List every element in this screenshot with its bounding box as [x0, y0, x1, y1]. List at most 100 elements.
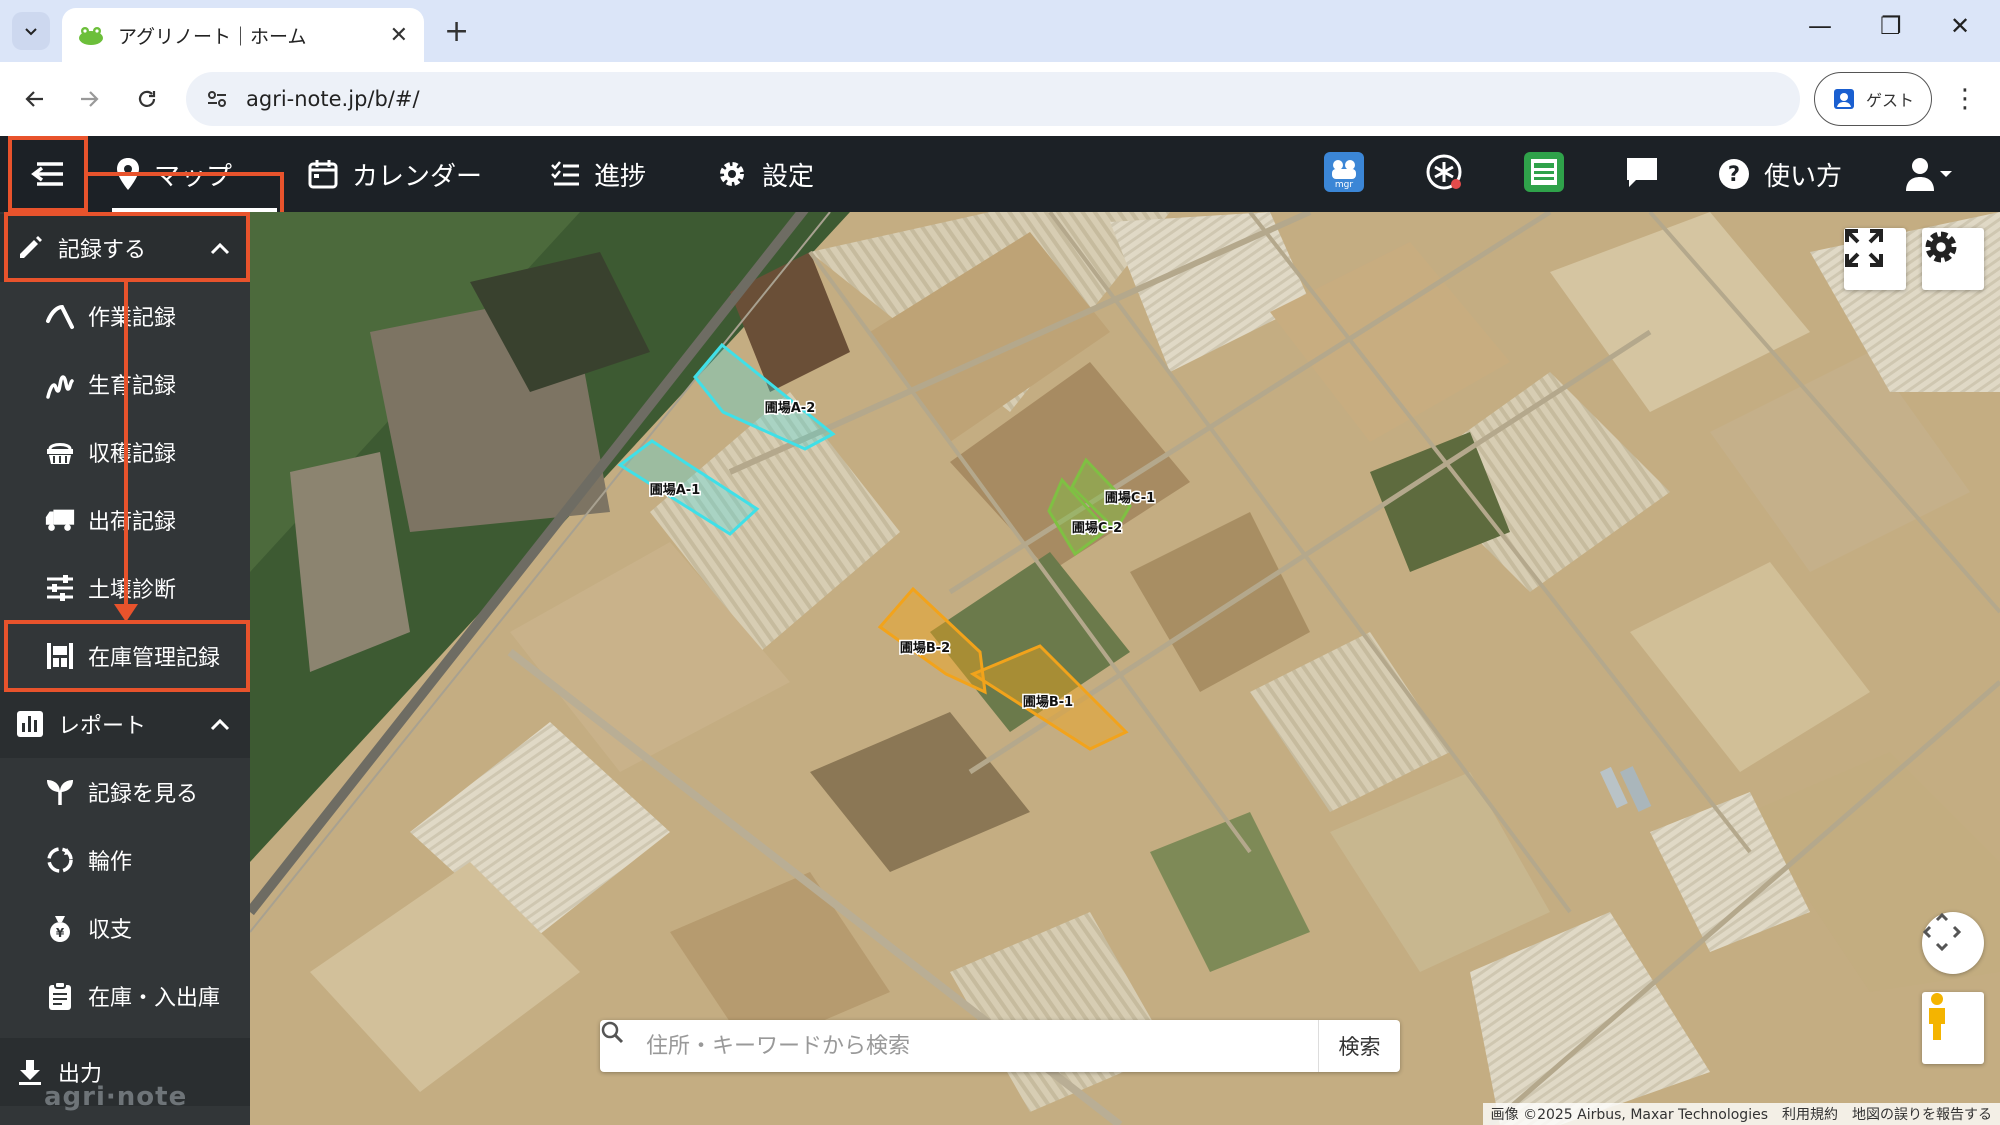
url-text: agri-note.jp/b/#/ — [246, 87, 420, 111]
truck-icon — [45, 509, 75, 531]
sidebar-item-label: 在庫管理記録 — [88, 646, 221, 671]
clipboard-icon — [49, 981, 71, 1010]
sidebar-section-report[interactable]: レポート — [0, 690, 250, 758]
map-search-input[interactable] — [600, 1020, 1318, 1072]
nav-progress[interactable]: 進捗 — [550, 136, 646, 212]
seedling-icon — [47, 780, 73, 805]
window-close-icon[interactable]: ✕ — [1950, 12, 1970, 40]
chevron-up-icon — [210, 242, 230, 255]
money-bag-icon: ¥ — [50, 916, 70, 942]
annotation-line — [124, 282, 128, 612]
annotation-arrowhead — [114, 604, 138, 622]
sidebar-item-income-expense[interactable]: ¥ 収支 — [0, 894, 250, 962]
sidebar-item-view-records[interactable]: 記録を見る — [0, 758, 250, 826]
profile-button[interactable]: ゲスト — [1814, 72, 1932, 126]
sidebar-item-label: 輪作 — [88, 850, 133, 875]
chat-icon[interactable] — [1622, 152, 1662, 192]
hoe-icon — [46, 304, 74, 329]
reload-icon[interactable] — [130, 82, 164, 116]
profile-label: ゲスト — [1865, 91, 1914, 110]
sidebar-item-label: 土壌診断 — [88, 578, 177, 603]
mgr-app-icon[interactable]: mgr — [1324, 152, 1364, 192]
chevron-down-icon — [25, 28, 37, 36]
sidebar-item-crop-rotation[interactable]: 輪作 — [0, 826, 250, 894]
forward-icon[interactable] — [72, 82, 106, 116]
chevron-up-icon — [210, 718, 230, 731]
frog-favicon-icon — [79, 27, 103, 45]
green-book-icon[interactable] — [1524, 152, 1564, 192]
minimize-icon[interactable]: — — [1808, 12, 1832, 40]
report-error-link[interactable]: 地図の誤りを報告する — [1852, 1104, 1992, 1124]
rotation-icon — [47, 847, 73, 873]
user-menu[interactable] — [1906, 136, 1954, 212]
restore-icon[interactable]: ❐ — [1880, 12, 1902, 40]
agri-note-logo: agri·note — [44, 1082, 188, 1112]
map-imagery: 圃場A-2 圃場A-1 圃場C-1 圃場C-2 圃場B-2 圃場B-1 — [250, 212, 2000, 1125]
gear-icon — [1925, 231, 1957, 263]
sidebar-item-inventory-record[interactable]: 在庫管理記録 — [0, 622, 250, 690]
asterisk-notice-icon[interactable] — [1424, 152, 1464, 192]
sidebar-item-label: 記録を見る — [88, 782, 199, 807]
svg-text:mgr: mgr — [1335, 180, 1353, 189]
nav-calendar[interactable]: カレンダー — [308, 136, 482, 212]
bar-chart-icon — [17, 711, 43, 737]
help-icon: ? — [1719, 159, 1749, 189]
browser-tab[interactable]: アグリノート｜ホーム ✕ — [62, 8, 424, 62]
svg-text:¥: ¥ — [56, 926, 65, 940]
svg-text:?: ? — [1728, 162, 1740, 186]
back-icon[interactable] — [18, 82, 52, 116]
fullscreen-icon — [1845, 229, 1883, 267]
satellite-map[interactable]: 圃場A-2 圃場A-1 圃場C-1 圃場C-2 圃場B-2 圃場B-1 住所・キ… — [250, 212, 2000, 1125]
sidebar-item-stock-inout[interactable]: 在庫・入出庫 — [0, 962, 250, 1030]
new-tab-icon[interactable]: + — [444, 14, 469, 49]
field-label: 圃場B-1 — [1023, 694, 1073, 710]
field-label: 圃場C-1 — [1105, 490, 1155, 506]
sidebar-item-label: 在庫・入出庫 — [88, 986, 221, 1011]
nav-settings[interactable]: 設定 — [716, 136, 814, 212]
sidebar-item-label: 生育記録 — [88, 374, 177, 399]
tab-close-icon[interactable]: ✕ — [390, 23, 408, 48]
map-settings-button[interactable] — [1922, 228, 1984, 290]
sidebar-section-record[interactable]: 記録する — [0, 214, 250, 282]
site-settings-icon[interactable] — [206, 88, 228, 110]
basket-icon — [47, 443, 73, 464]
field-label: 圃場A-1 — [650, 482, 701, 498]
search-icon — [601, 1021, 624, 1044]
section-report-label: レポート — [58, 714, 147, 739]
field-label: 圃場B-2 — [900, 640, 950, 656]
browser-tab-bar: アグリノート｜ホーム ✕ + — ❐ ✕ — [0, 0, 2000, 62]
browser-menu-icon[interactable]: ⋮ — [1952, 84, 1978, 114]
imagery-credit: 画像 ©2025 Airbus, Maxar Technologies — [1490, 1107, 1768, 1123]
pegman-icon — [1929, 993, 1945, 1040]
sidebar-item-label: 収支 — [88, 918, 133, 943]
tab-search-dropdown[interactable] — [12, 12, 50, 50]
tab-title: アグリノート｜ホーム — [118, 25, 307, 48]
help-link[interactable]: ? 使い方 — [1718, 136, 1842, 212]
sidebar-item-label: 収穫記録 — [88, 442, 177, 467]
street-view-pegman[interactable] — [1922, 992, 1984, 1064]
calendar-icon — [308, 160, 338, 189]
terms-link[interactable]: 利用規約 — [1782, 1104, 1838, 1124]
map-pan-control[interactable] — [1922, 912, 1984, 974]
fullscreen-button[interactable] — [1844, 228, 1906, 290]
user-icon — [1906, 158, 1952, 191]
profile-icon — [1833, 89, 1854, 109]
map-search-box: 検索 — [600, 1020, 1400, 1072]
browser-address-bar: agri-note.jp/b/#/ ゲスト ⋮ — [0, 62, 2000, 136]
sidebar-item-label: 作業記録 — [88, 306, 177, 331]
pencil-icon — [20, 236, 42, 258]
sidebar-item-label: 出荷記録 — [88, 510, 177, 535]
map-search-button[interactable]: 検索 — [1318, 1020, 1400, 1072]
gear-icon — [720, 162, 744, 186]
help-label: 使い方 — [1764, 161, 1843, 192]
nav-calendar-label: カレンダー — [352, 161, 483, 192]
section-record-label: 記録する — [58, 238, 147, 263]
annotation-line — [88, 172, 284, 176]
sliders-icon — [47, 575, 73, 601]
progress-list-icon — [551, 161, 579, 186]
inventory-icon — [47, 643, 73, 669]
nav-progress-label: 進捗 — [594, 161, 647, 192]
sidebar-toggle-button[interactable] — [8, 136, 88, 212]
address-field[interactable]: agri-note.jp/b/#/ — [186, 72, 1800, 126]
download-icon — [19, 1060, 41, 1085]
